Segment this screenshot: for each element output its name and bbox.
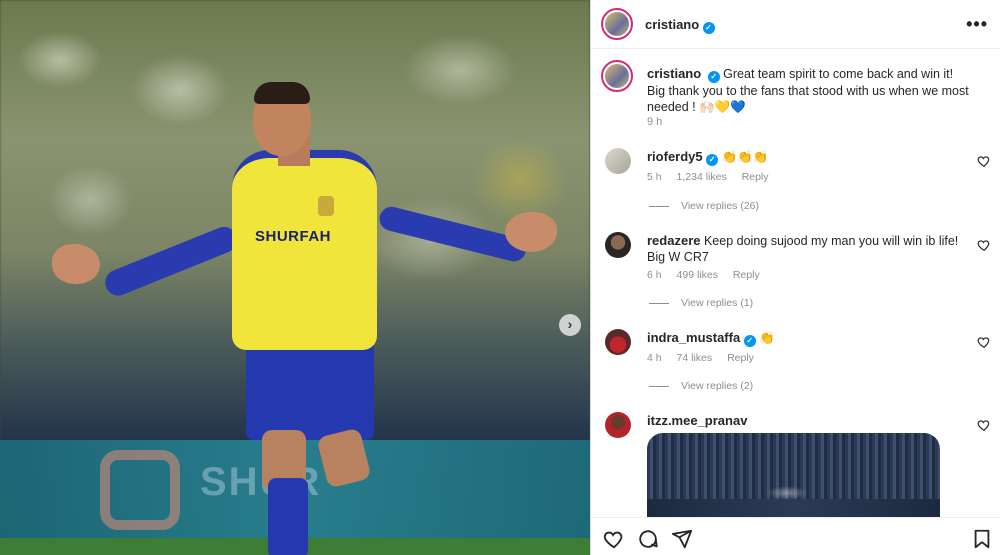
- next-image-button[interactable]: ›: [559, 314, 581, 336]
- bookmark-icon[interactable]: [971, 528, 993, 550]
- comment-likes[interactable]: 1,234 likes: [677, 171, 727, 183]
- comment-meta: 6 h 499 likes Reply: [647, 269, 772, 281]
- left-arm: [101, 222, 241, 300]
- comment-text: rioferdy5 ✓ 👏👏👏: [647, 149, 967, 166]
- commenter-username[interactable]: itzz.mee_pranav: [647, 413, 747, 428]
- comment-time[interactable]: 4 h: [647, 352, 662, 364]
- shirt-sponsor: SHURFAH: [255, 228, 332, 245]
- jersey: [232, 150, 377, 350]
- comment-body: 👏👏👏: [721, 150, 769, 164]
- left-hand: [52, 244, 100, 284]
- left-sock: [268, 478, 308, 555]
- comment-likes[interactable]: 74 likes: [677, 352, 713, 364]
- post-action-bar: [591, 517, 1000, 555]
- commenter-avatar[interactable]: [605, 412, 631, 438]
- comment-text: redazere Keep doing sujood my man you wi…: [647, 233, 967, 265]
- view-replies-label: View replies (2): [681, 380, 754, 392]
- verified-badge-icon: ✓: [707, 71, 720, 83]
- like-heart-icon[interactable]: [603, 528, 625, 550]
- reply-button[interactable]: Reply: [727, 352, 754, 364]
- view-replies-label: View replies (26): [681, 200, 760, 212]
- commenter-username[interactable]: indra_mustaffa: [647, 330, 740, 345]
- heart-icon[interactable]: [977, 418, 991, 432]
- verified-badge-icon: ✓: [706, 154, 719, 166]
- post-header: cristiano ✓ •••: [591, 0, 1000, 49]
- hair: [254, 82, 310, 104]
- comment-likes[interactable]: 499 likes: [677, 269, 718, 281]
- comment-media-image[interactable]: [647, 433, 940, 517]
- caption-avatar[interactable]: [601, 60, 633, 92]
- player-figure: SHURFAH: [0, 0, 590, 555]
- heart-icon[interactable]: [977, 238, 991, 252]
- commenter-avatar[interactable]: [605, 329, 631, 355]
- caption-text-line2: Big thank you to the fans that stood wit…: [647, 84, 969, 114]
- author-username[interactable]: cristiano: [645, 17, 699, 32]
- heart-icon[interactable]: [977, 335, 991, 349]
- shorts: [246, 340, 374, 440]
- post-sidebar: cristiano ✓ ••• cristiano ✓ Great team s…: [590, 0, 1000, 555]
- paper-plane-icon[interactable]: [671, 528, 693, 550]
- post-image[interactable]: SHUR SHURFAH ›: [0, 0, 590, 555]
- verified-badge-icon: ✓: [702, 22, 715, 34]
- view-replies-button[interactable]: View replies (1): [649, 297, 753, 309]
- reply-button[interactable]: Reply: [742, 171, 769, 183]
- caption-text-line1: Great team spirit to come back and win i…: [723, 67, 954, 81]
- post-timestamp[interactable]: 9 h: [647, 116, 662, 128]
- view-replies-label: View replies (1): [681, 297, 754, 309]
- comment-time[interactable]: 5 h: [647, 171, 662, 183]
- view-replies-button[interactable]: View replies (26): [649, 200, 759, 212]
- comment-text: indra_mustaffa ✓ 👏: [647, 330, 967, 347]
- commenter-avatar[interactable]: [605, 232, 631, 258]
- comment-text: itzz.mee_pranav: [647, 413, 967, 429]
- comment-body: 👏: [759, 331, 775, 345]
- commenter-username[interactable]: rioferdy5: [647, 149, 703, 164]
- chevron-right-icon: ›: [567, 316, 573, 332]
- caption-username[interactable]: cristiano: [647, 66, 701, 81]
- more-options-button[interactable]: •••: [966, 14, 988, 35]
- club-badge: [318, 196, 334, 216]
- commenter-avatar[interactable]: [605, 148, 631, 174]
- verified-badge-icon: ✓: [743, 335, 756, 347]
- view-replies-button[interactable]: View replies (2): [649, 380, 753, 392]
- comment-meta: 5 h 1,234 likes Reply: [647, 171, 781, 183]
- right-hand: [505, 212, 557, 252]
- comment-meta: 4 h 74 likes Reply: [647, 352, 766, 364]
- comment-icon[interactable]: [637, 528, 659, 550]
- author-avatar[interactable]: [601, 8, 633, 40]
- post-caption: cristiano ✓ Great team spirit to come ba…: [647, 66, 987, 115]
- comment-time[interactable]: 6 h: [647, 269, 662, 281]
- reply-button[interactable]: Reply: [733, 269, 760, 281]
- heart-icon[interactable]: [977, 154, 991, 168]
- commenter-username[interactable]: redazere: [647, 233, 700, 248]
